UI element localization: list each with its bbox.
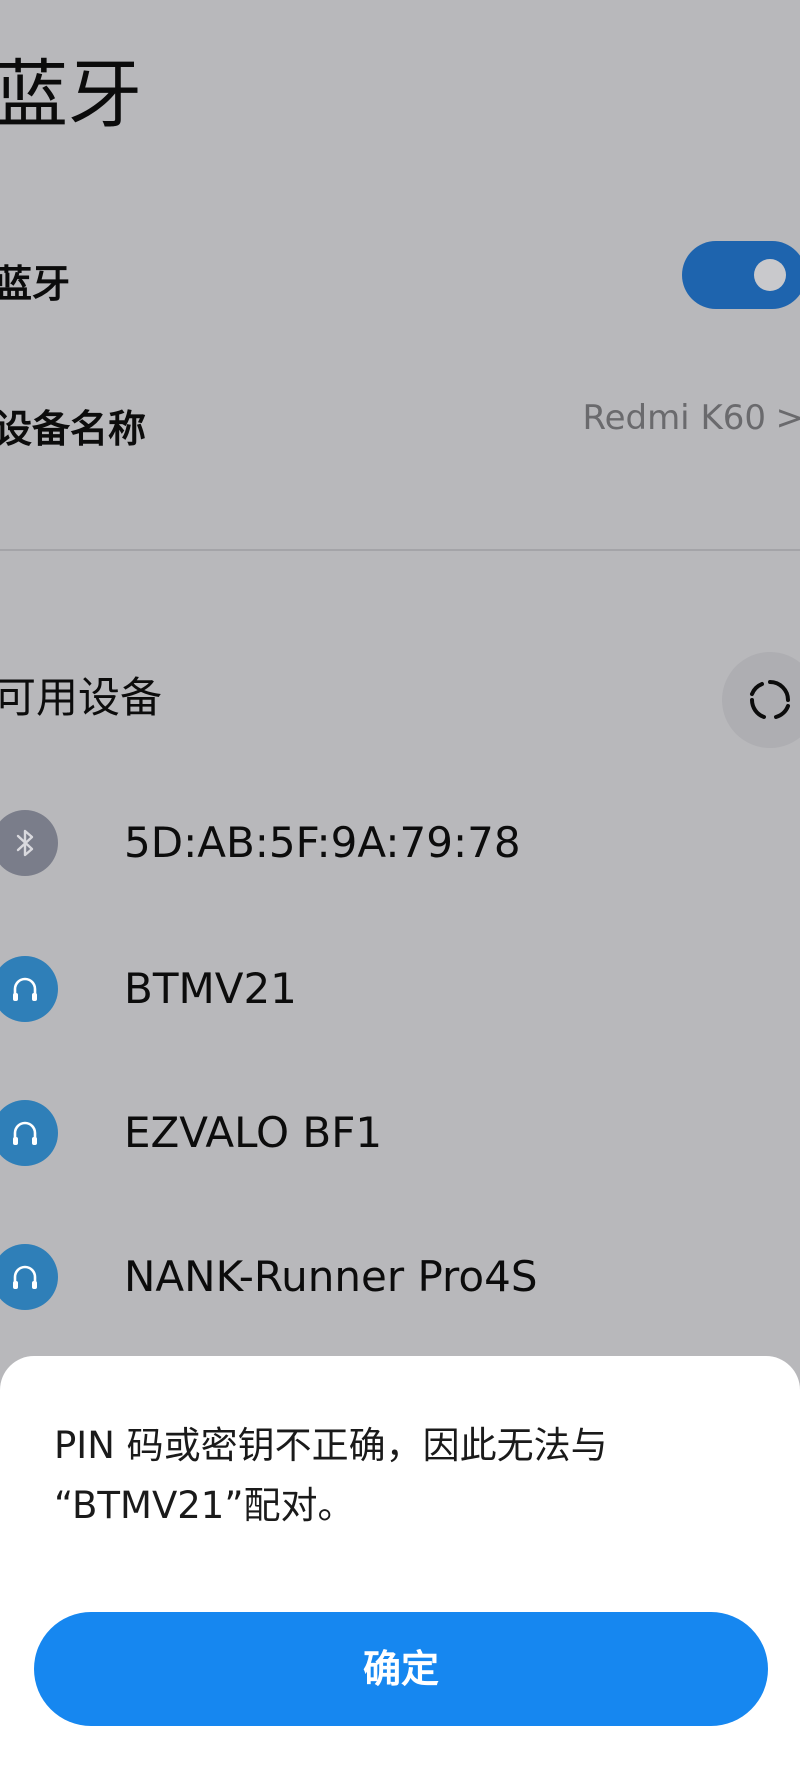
device-name: EZVALO BF1 xyxy=(124,1108,383,1157)
bluetooth-settings-screen: 蓝牙 蓝牙 设备名称 Redmi K60 > 可用设备 5D:AB:5F:9A:… xyxy=(0,0,800,1778)
device-item-btmv21[interactable]: BTMV21 xyxy=(0,942,800,1042)
dialog-message: PIN 码或密钥不正确，因此无法与 “BTMV21”配对。 xyxy=(54,1416,754,1536)
refresh-button[interactable] xyxy=(722,652,800,748)
headphones-icon xyxy=(0,1100,58,1166)
available-devices-label: 可用设备 xyxy=(0,673,163,722)
headphones-icon xyxy=(0,1244,58,1310)
confirm-button[interactable]: 确定 xyxy=(34,1612,768,1726)
page-title: 蓝牙 xyxy=(0,52,142,138)
dialog-message-line-2: “BTMV21”配对。 xyxy=(54,1484,355,1527)
device-item-5d-ab-5f-9a-79-78[interactable]: 5D:AB:5F:9A:79:78 xyxy=(0,796,800,896)
device-name-value[interactable]: Redmi K60 xyxy=(582,398,766,438)
bluetooth-toggle-label: 蓝牙 xyxy=(0,262,71,306)
pairing-error-dialog: PIN 码或密钥不正确，因此无法与 “BTMV21”配对。 确定 xyxy=(0,1356,800,1778)
headphones-icon xyxy=(0,956,58,1022)
toggle-knob xyxy=(754,259,786,291)
dialog-message-line-1: PIN 码或密钥不正确，因此无法与 xyxy=(54,1424,608,1467)
device-item-ezvalo-bf1[interactable]: EZVALO BF1 xyxy=(0,1086,800,1186)
refresh-icon xyxy=(749,680,790,719)
device-name: BTMV21 xyxy=(124,964,297,1013)
device-name-label: 设备名称 xyxy=(0,407,147,451)
device-item-nank-runner-pro4s[interactable]: NANK-Runner Pro4S xyxy=(0,1230,800,1330)
device-name: NANK-Runner Pro4S xyxy=(124,1252,538,1301)
bluetooth-toggle[interactable] xyxy=(682,241,800,309)
divider xyxy=(0,549,800,551)
bluetooth-icon xyxy=(0,810,58,876)
chevron-right-icon: > xyxy=(775,398,800,438)
device-name: 5D:AB:5F:9A:79:78 xyxy=(124,818,521,867)
